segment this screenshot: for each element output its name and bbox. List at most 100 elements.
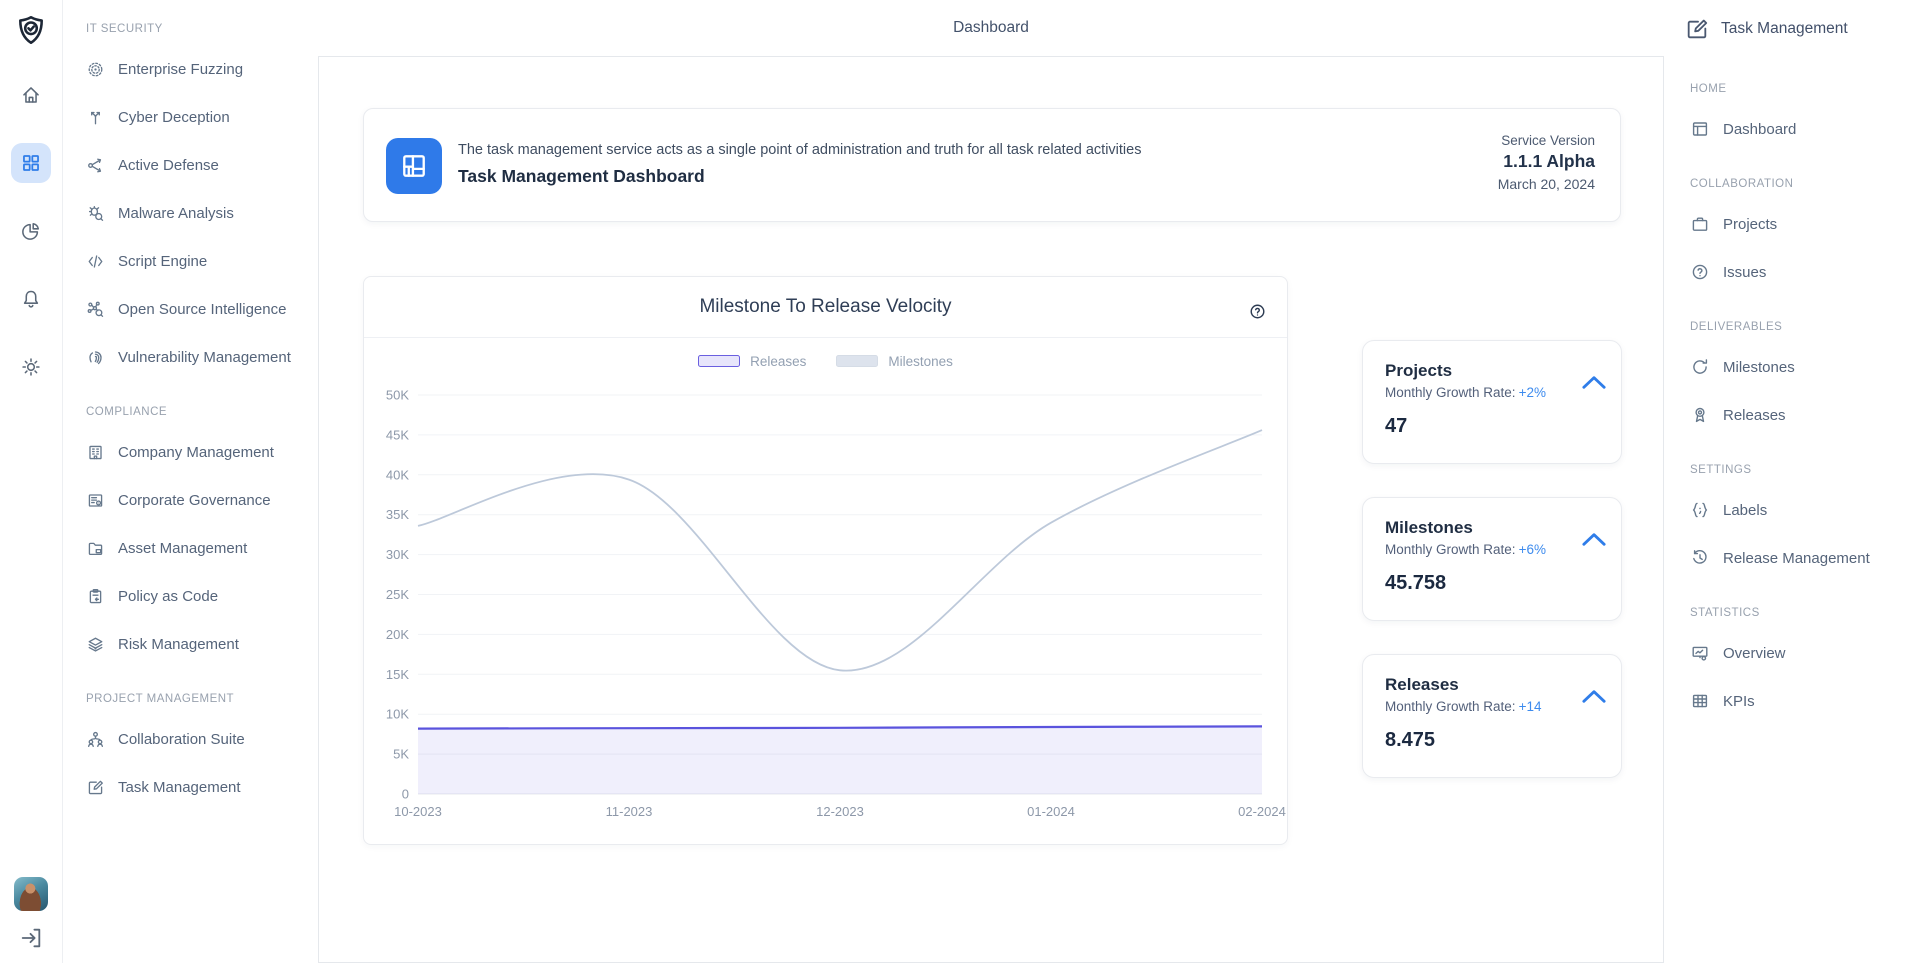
section-label: HOME (1684, 77, 1920, 101)
home-icon (20, 84, 42, 106)
section-label: SETTINGS (1684, 458, 1920, 482)
rail-button-apps[interactable] (11, 143, 51, 183)
nav-item-policy-as-code[interactable]: Policy as Code (64, 572, 318, 620)
nav-item-label: Open Source Intelligence (118, 301, 286, 318)
nav-section-settings: SETTINGS Labels Release Management (1684, 458, 1920, 582)
presentation-icon (1690, 643, 1710, 663)
nav-item-label: Risk Management (118, 636, 239, 653)
table-icon (1690, 691, 1710, 711)
section-label: DELIVERABLES (1684, 315, 1920, 339)
rail-button-settings[interactable] (11, 347, 51, 387)
svg-text:12-2023: 12-2023 (816, 804, 864, 819)
chevron-up-icon[interactable] (1581, 375, 1607, 390)
nav-item-dashboard[interactable]: Dashboard (1684, 105, 1920, 153)
nav-item-label: Projects (1723, 216, 1777, 233)
rail-button-home[interactable] (11, 75, 51, 115)
svg-text:50K: 50K (386, 388, 409, 403)
nav-item-milestones[interactable]: Milestones (1684, 343, 1920, 391)
nav-item-script-engine[interactable]: Script Engine (64, 237, 318, 285)
briefcase-icon (1690, 214, 1710, 234)
service-version-block: Service Version 1.1.1 Alpha March 20, 20… (1498, 133, 1595, 192)
nav-item-label: Dashboard (1723, 121, 1796, 138)
shield-check-icon (14, 13, 48, 47)
nav-item-asset-management[interactable]: Asset Management (64, 524, 318, 572)
nav-item-label: Release Management (1723, 550, 1870, 567)
nav-item-company-management[interactable]: Company Management (64, 428, 318, 476)
nav-item-issues[interactable]: Issues (1684, 248, 1920, 296)
bell-icon (20, 288, 42, 310)
chevron-up-icon[interactable] (1581, 532, 1607, 547)
nav-item-overview[interactable]: Overview (1684, 629, 1920, 677)
nav-item-open-source-intelligence[interactable]: Open Source Intelligence (64, 285, 318, 333)
legend-swatch-milestones (836, 355, 878, 367)
nav-item-risk-management[interactable]: Risk Management (64, 620, 318, 668)
svg-text:35K: 35K (386, 507, 409, 522)
stat-value: 45.758 (1385, 572, 1599, 595)
logout-icon[interactable] (18, 925, 44, 951)
svg-text:0: 0 (402, 787, 409, 802)
rail-button-analytics[interactable] (11, 211, 51, 251)
legend-swatch-releases (698, 355, 740, 367)
edit-document-icon (1684, 16, 1710, 42)
stat-title: Milestones (1385, 518, 1599, 538)
org-chart-icon (86, 730, 105, 749)
edit-document-icon (86, 778, 105, 797)
nav-section-project-management: PROJECT MANAGEMENTCollaboration SuiteTas… (64, 687, 318, 811)
chevron-up-icon[interactable] (1581, 689, 1607, 704)
left-sidebar: IT SECURITYEnterprise FuzzingCyber Decep… (64, 0, 318, 811)
braces-icon (1690, 500, 1710, 520)
version-label: Service Version (1498, 133, 1595, 148)
stat-value: 8.475 (1385, 729, 1599, 752)
nav-item-label: Company Management (118, 444, 274, 461)
svg-text:30K: 30K (386, 547, 409, 562)
growth-value: +2% (1519, 385, 1546, 400)
growth-value: +6% (1519, 542, 1546, 557)
user-avatar[interactable] (14, 877, 48, 911)
nav-item-kpis[interactable]: KPIs (1684, 677, 1920, 725)
nav-item-label: Malware Analysis (118, 205, 234, 222)
nav-item-task-management[interactable]: Task Management (64, 763, 318, 811)
nav-item-vulnerability-management[interactable]: Vulnerability Management (64, 333, 318, 381)
version-date: March 20, 2024 (1498, 176, 1595, 192)
nav-item-label: Task Management (118, 779, 241, 796)
nav-item-label: Corporate Governance (118, 492, 271, 509)
help-circle-icon[interactable] (1248, 302, 1267, 321)
svg-text:10K: 10K (386, 707, 409, 722)
svg-text:01-2024: 01-2024 (1027, 804, 1075, 819)
nav-item-release-management[interactable]: Release Management (1684, 534, 1920, 582)
nav-item-label: Overview (1723, 645, 1786, 662)
nav-item-enterprise-fuzzing[interactable]: Enterprise Fuzzing (64, 45, 318, 93)
nav-item-projects[interactable]: Projects (1684, 200, 1920, 248)
grid-icon (20, 152, 42, 174)
layers-icon (86, 635, 105, 654)
nav-item-label: Labels (1723, 502, 1767, 519)
building-icon (86, 443, 105, 462)
rail-button-notifications[interactable] (11, 279, 51, 319)
nav-item-releases[interactable]: Releases (1684, 391, 1920, 439)
nav-item-corporate-governance[interactable]: Corporate Governance (64, 476, 318, 524)
nav-item-labels[interactable]: Labels (1684, 486, 1920, 534)
svg-text:02-2024: 02-2024 (1238, 804, 1286, 819)
svg-text:15K: 15K (386, 667, 409, 682)
breadcrumb: Dashboard (318, 0, 1664, 56)
nav-item-label: Script Engine (118, 253, 207, 270)
velocity-chart: 05K10K15K20K25K30K35K40K45K50K10-202311-… (364, 386, 1289, 838)
target-icon (86, 60, 105, 79)
nav-item-malware-analysis[interactable]: Malware Analysis (64, 189, 318, 237)
nav-item-active-defense[interactable]: Active Defense (64, 141, 318, 189)
nav-section-home: HOME Dashboard (1684, 77, 1920, 153)
chart-title: Milestone To Release Velocity (364, 277, 1287, 338)
share-icon (86, 156, 105, 175)
svg-text:45K: 45K (386, 427, 409, 442)
nav-section-collaboration: COLLABORATIONProjectsIssues (1684, 172, 1920, 296)
legend-label: Milestones (888, 354, 953, 369)
nav-item-label: Cyber Deception (118, 109, 230, 126)
service-header-card: The task management service acts as a si… (363, 108, 1621, 222)
growth-label: Monthly Growth Rate: (1385, 542, 1516, 557)
nav-item-collaboration-suite[interactable]: Collaboration Suite (64, 715, 318, 763)
nav-item-cyber-deception[interactable]: Cyber Deception (64, 93, 318, 141)
service-description: The task management service acts as a si… (458, 142, 1141, 158)
branch-icon (86, 108, 105, 127)
nav-section-compliance: COMPLIANCECompany ManagementCorporate Go… (64, 400, 318, 668)
network-search-icon (86, 300, 105, 319)
